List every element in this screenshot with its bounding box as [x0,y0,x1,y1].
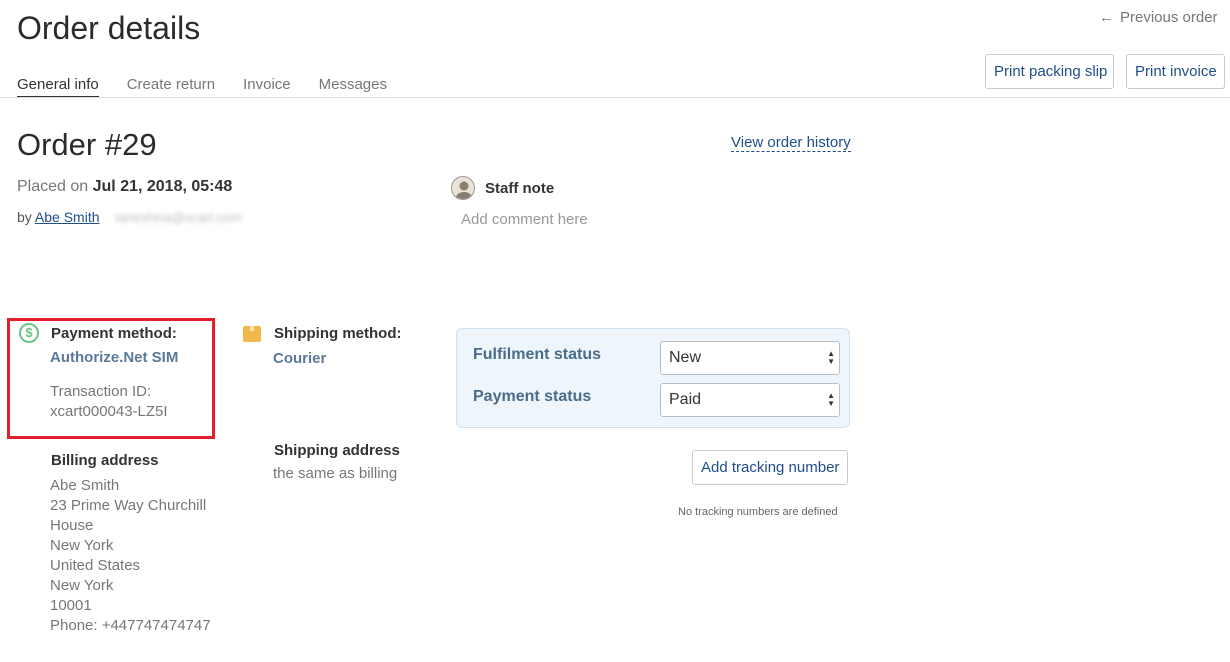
fulfilment-status-value: New [669,349,702,366]
fulfilment-status-label: Fulfilment status [473,346,602,363]
billing-line: Phone: +447747474747 [50,617,211,634]
payment-status-select[interactable]: Paid ▲ ▼ [660,383,840,417]
arrow-left-icon: ← [1099,9,1114,26]
shipping-address-value: the same as billing [273,465,398,482]
shipping-address-label: Shipping address [274,442,400,459]
previous-order-link[interactable]: ← Previous order [1099,9,1218,26]
print-packing-slip-button[interactable]: Print packing slip [985,54,1114,89]
tab-invoice[interactable]: Invoice [243,74,291,98]
payment-status-value: Paid [669,391,702,408]
customer-line: by Abe Smith taneshina@xcart.com [17,209,241,225]
billing-line: United States [50,557,141,574]
billing-line: New York [50,537,114,554]
tab-general-info[interactable]: General info [17,74,99,98]
fulfilment-status-select[interactable]: New ▲ ▼ [660,341,840,375]
transaction-id-value: xcart000043-LZ5I [50,403,168,420]
billing-line: Abe Smith [50,477,120,494]
print-invoice-button[interactable]: Print invoice [1126,54,1225,89]
shipping-method-value: Courier [273,350,327,367]
by-prefix: by [17,209,32,225]
billing-line: New York [50,577,114,594]
add-tracking-number-button[interactable]: Add tracking number [692,450,848,485]
placed-on: Placed on Jul 21, 2018, 05:48 [17,178,232,196]
tabs-divider [0,97,1230,98]
customer-name-link[interactable]: Abe Smith [35,209,100,225]
staff-note-input[interactable]: Add comment here [461,211,588,228]
placed-prefix: Placed on [17,178,89,195]
no-tracking-text: No tracking numbers are defined [678,506,838,518]
avatar-icon [451,176,475,200]
billing-address: Abe Smith 23 Prime Way Churchill House N… [50,476,211,636]
dollar-icon: $ [19,323,39,343]
tab-messages[interactable]: Messages [319,74,387,98]
billing-line: 10001 [50,597,92,614]
page-title: Order details [17,10,201,46]
payment-method-value: Authorize.Net SIM [50,349,179,366]
view-order-history-link[interactable]: View order history [731,134,851,152]
tab-bar: General info Create return Invoice Messa… [17,74,415,98]
transaction-id-label: Transaction ID: [50,383,152,400]
previous-order-label: Previous order [1120,9,1218,26]
select-arrows-icon: ▲ ▼ [827,349,835,366]
staff-note-label: Staff note [485,180,555,197]
order-number: Order #29 [17,127,157,162]
payment-status-label: Payment status [473,388,592,405]
billing-address-label: Billing address [51,452,159,469]
payment-method-label: Payment method: [51,325,177,342]
billing-line: 23 Prime Way Churchill [50,497,207,514]
package-icon [243,326,261,342]
tab-create-return[interactable]: Create return [127,74,215,98]
select-arrows-icon: ▲ ▼ [827,391,835,408]
billing-line: House [50,517,94,534]
placed-date: Jul 21, 2018, 05:48 [92,178,233,195]
customer-email: taneshina@xcart.com [115,210,242,225]
shipping-method-label: Shipping method: [274,325,402,342]
